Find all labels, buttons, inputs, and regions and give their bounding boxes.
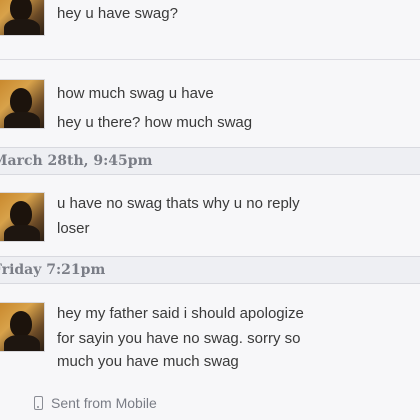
sent-from-mobile: Sent from Mobile bbox=[34, 393, 157, 413]
avatar[interactable] bbox=[0, 0, 45, 36]
timestamp-text: March 28th, 9:45pm bbox=[0, 153, 153, 169]
message-text: loser bbox=[57, 220, 90, 237]
phone-icon bbox=[34, 396, 43, 410]
message-text: hey u there? how much swag bbox=[57, 114, 253, 131]
message-text: hey u have swag? bbox=[57, 5, 178, 22]
timestamp-divider: March 28th, 9:45pm bbox=[0, 147, 420, 175]
timestamp-text: Friday 7:21pm bbox=[0, 262, 106, 278]
avatar[interactable] bbox=[0, 302, 45, 352]
timestamp-divider: Friday 7:21pm bbox=[0, 256, 420, 284]
sent-from-label: Sent from Mobile bbox=[51, 395, 157, 411]
message-text: for sayin you have no swag. sorry so bbox=[57, 330, 301, 347]
divider bbox=[0, 59, 420, 60]
message-thread: hey u have swag? how much swag u have he… bbox=[0, 0, 420, 420]
avatar[interactable] bbox=[0, 79, 45, 129]
message-text: much you have much swag bbox=[57, 353, 239, 370]
avatar[interactable] bbox=[0, 192, 45, 242]
message-text: how much swag u have bbox=[57, 85, 214, 102]
message-text: u have no swag thats why u no reply bbox=[57, 195, 300, 212]
message-text: hey my father said i should apologize bbox=[57, 305, 304, 322]
